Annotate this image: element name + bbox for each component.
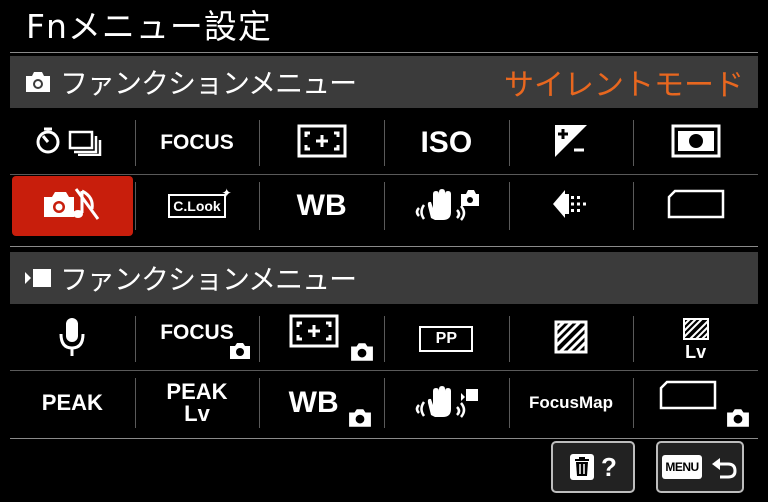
file-format-icon	[551, 186, 591, 226]
focus-mode-movie-label: FOCUS	[160, 321, 234, 344]
fn-item-white-balance[interactable]: WB	[259, 174, 384, 238]
page-title: Fnメニュー設定	[26, 7, 272, 46]
movie-fn-grid: FOCUS PP Lv PEAK PEAK Lv WB FocusMap	[10, 308, 758, 436]
camera-badge-icon	[348, 408, 372, 432]
focus-area-icon	[297, 124, 347, 162]
fn-item-picture-profile[interactable]: PP	[383, 308, 509, 370]
self-timer-icon	[34, 126, 110, 160]
sparkle-icon: ✦	[221, 186, 232, 200]
fn-item-exposure-comp[interactable]	[508, 112, 634, 174]
fn-item-focus-mode-movie[interactable]: FOCUS	[134, 308, 260, 370]
steadyshot-movie-icon	[411, 383, 481, 423]
delete-help-button[interactable]: ?	[551, 441, 635, 493]
peaking-lv-sublabel: Lv	[184, 401, 210, 426]
zebra-lv-stack: Lv	[682, 317, 709, 362]
wb-label: WB	[296, 189, 347, 222]
movie-section-header: ファンクションメニュー	[10, 252, 758, 304]
fn-item-microphone[interactable]	[10, 308, 135, 370]
silent-mode-label: サイレントモード	[504, 68, 744, 103]
empty-slot-icon	[659, 380, 717, 414]
photo-section-header: ファンクションメニュー サイレントモード	[10, 56, 758, 108]
iso-label: ISO	[420, 126, 473, 159]
picture-profile-label: PP	[435, 330, 457, 347]
divider	[10, 438, 758, 439]
fn-item-steadyshot[interactable]	[383, 174, 509, 238]
metering-mode-icon	[671, 124, 721, 162]
fn-item-drive-mode[interactable]	[10, 112, 135, 174]
row-divider	[10, 370, 758, 371]
section-label: ファンクションメニュー	[60, 67, 357, 100]
fn-item-empty-movie[interactable]	[633, 370, 758, 436]
fn-item-steadyshot-movie[interactable]	[383, 370, 509, 436]
fn-item-focus-map[interactable]: FocusMap	[508, 370, 634, 436]
camera-badge-icon	[229, 342, 251, 364]
fn-item-silent-mode[interactable]	[12, 176, 133, 236]
zebra-icon	[682, 317, 709, 343]
menu-key-icon: MENU	[662, 455, 702, 479]
trash-icon	[569, 453, 595, 481]
fn-item-peaking[interactable]: PEAK	[10, 370, 135, 436]
zebra-icon	[554, 320, 588, 358]
fn-item-peaking-lv[interactable]: PEAK Lv	[134, 370, 260, 436]
creative-look-label: C.Look	[173, 198, 221, 214]
microphone-icon	[58, 316, 86, 362]
fn-item-iso[interactable]: ISO	[383, 112, 509, 174]
row-divider	[10, 174, 758, 175]
zebra-lv-label: Lv	[685, 341, 707, 362]
fn-item-file-format[interactable]	[508, 174, 634, 238]
fn-item-focus-mode[interactable]: FOCUS	[134, 112, 260, 174]
movie-icon	[24, 267, 52, 289]
photo-fn-grid: FOCUS ISO C.Look ✦ WB	[10, 112, 758, 238]
camera-badge-icon	[350, 342, 374, 366]
camera-icon	[24, 70, 52, 94]
divider	[10, 52, 758, 53]
menu-key-label: MENU	[665, 460, 699, 474]
fn-item-creative-look[interactable]: C.Look ✦	[134, 174, 260, 238]
return-arrow-icon	[710, 454, 738, 480]
fn-item-metering[interactable]	[633, 112, 758, 174]
focus-map-label: FocusMap	[528, 393, 614, 412]
section-label: ファンクションメニュー	[60, 263, 357, 296]
help-mark: ?	[601, 451, 617, 482]
focus-area-movie-icon	[289, 314, 339, 352]
picture-profile-icon: PP	[419, 326, 474, 352]
fn-item-white-balance-movie[interactable]: WB	[259, 370, 384, 436]
camera-badge-icon	[726, 408, 750, 432]
menu-back-button[interactable]: MENU	[656, 441, 744, 493]
fn-item-zebra-lv[interactable]: Lv	[633, 308, 758, 370]
fn-item-empty[interactable]	[633, 174, 758, 238]
wb-movie-label: WB	[288, 386, 339, 419]
fn-item-zebra[interactable]	[508, 308, 634, 370]
fn-item-focus-area[interactable]	[259, 112, 384, 174]
steadyshot-photo-icon	[411, 186, 481, 226]
creative-look-icon: C.Look ✦	[168, 186, 232, 218]
peaking-lv-stack: PEAK Lv	[166, 381, 227, 425]
empty-slot-icon	[667, 189, 725, 223]
peaking-lv-label: PEAK	[166, 379, 228, 404]
divider	[10, 246, 758, 247]
silent-mode-icon	[42, 185, 102, 227]
peaking-label: PEAK	[41, 390, 103, 415]
exposure-comp-icon	[554, 124, 588, 162]
fn-item-focus-area-movie[interactable]	[259, 308, 384, 370]
focus-mode-label: FOCUS	[160, 131, 234, 154]
